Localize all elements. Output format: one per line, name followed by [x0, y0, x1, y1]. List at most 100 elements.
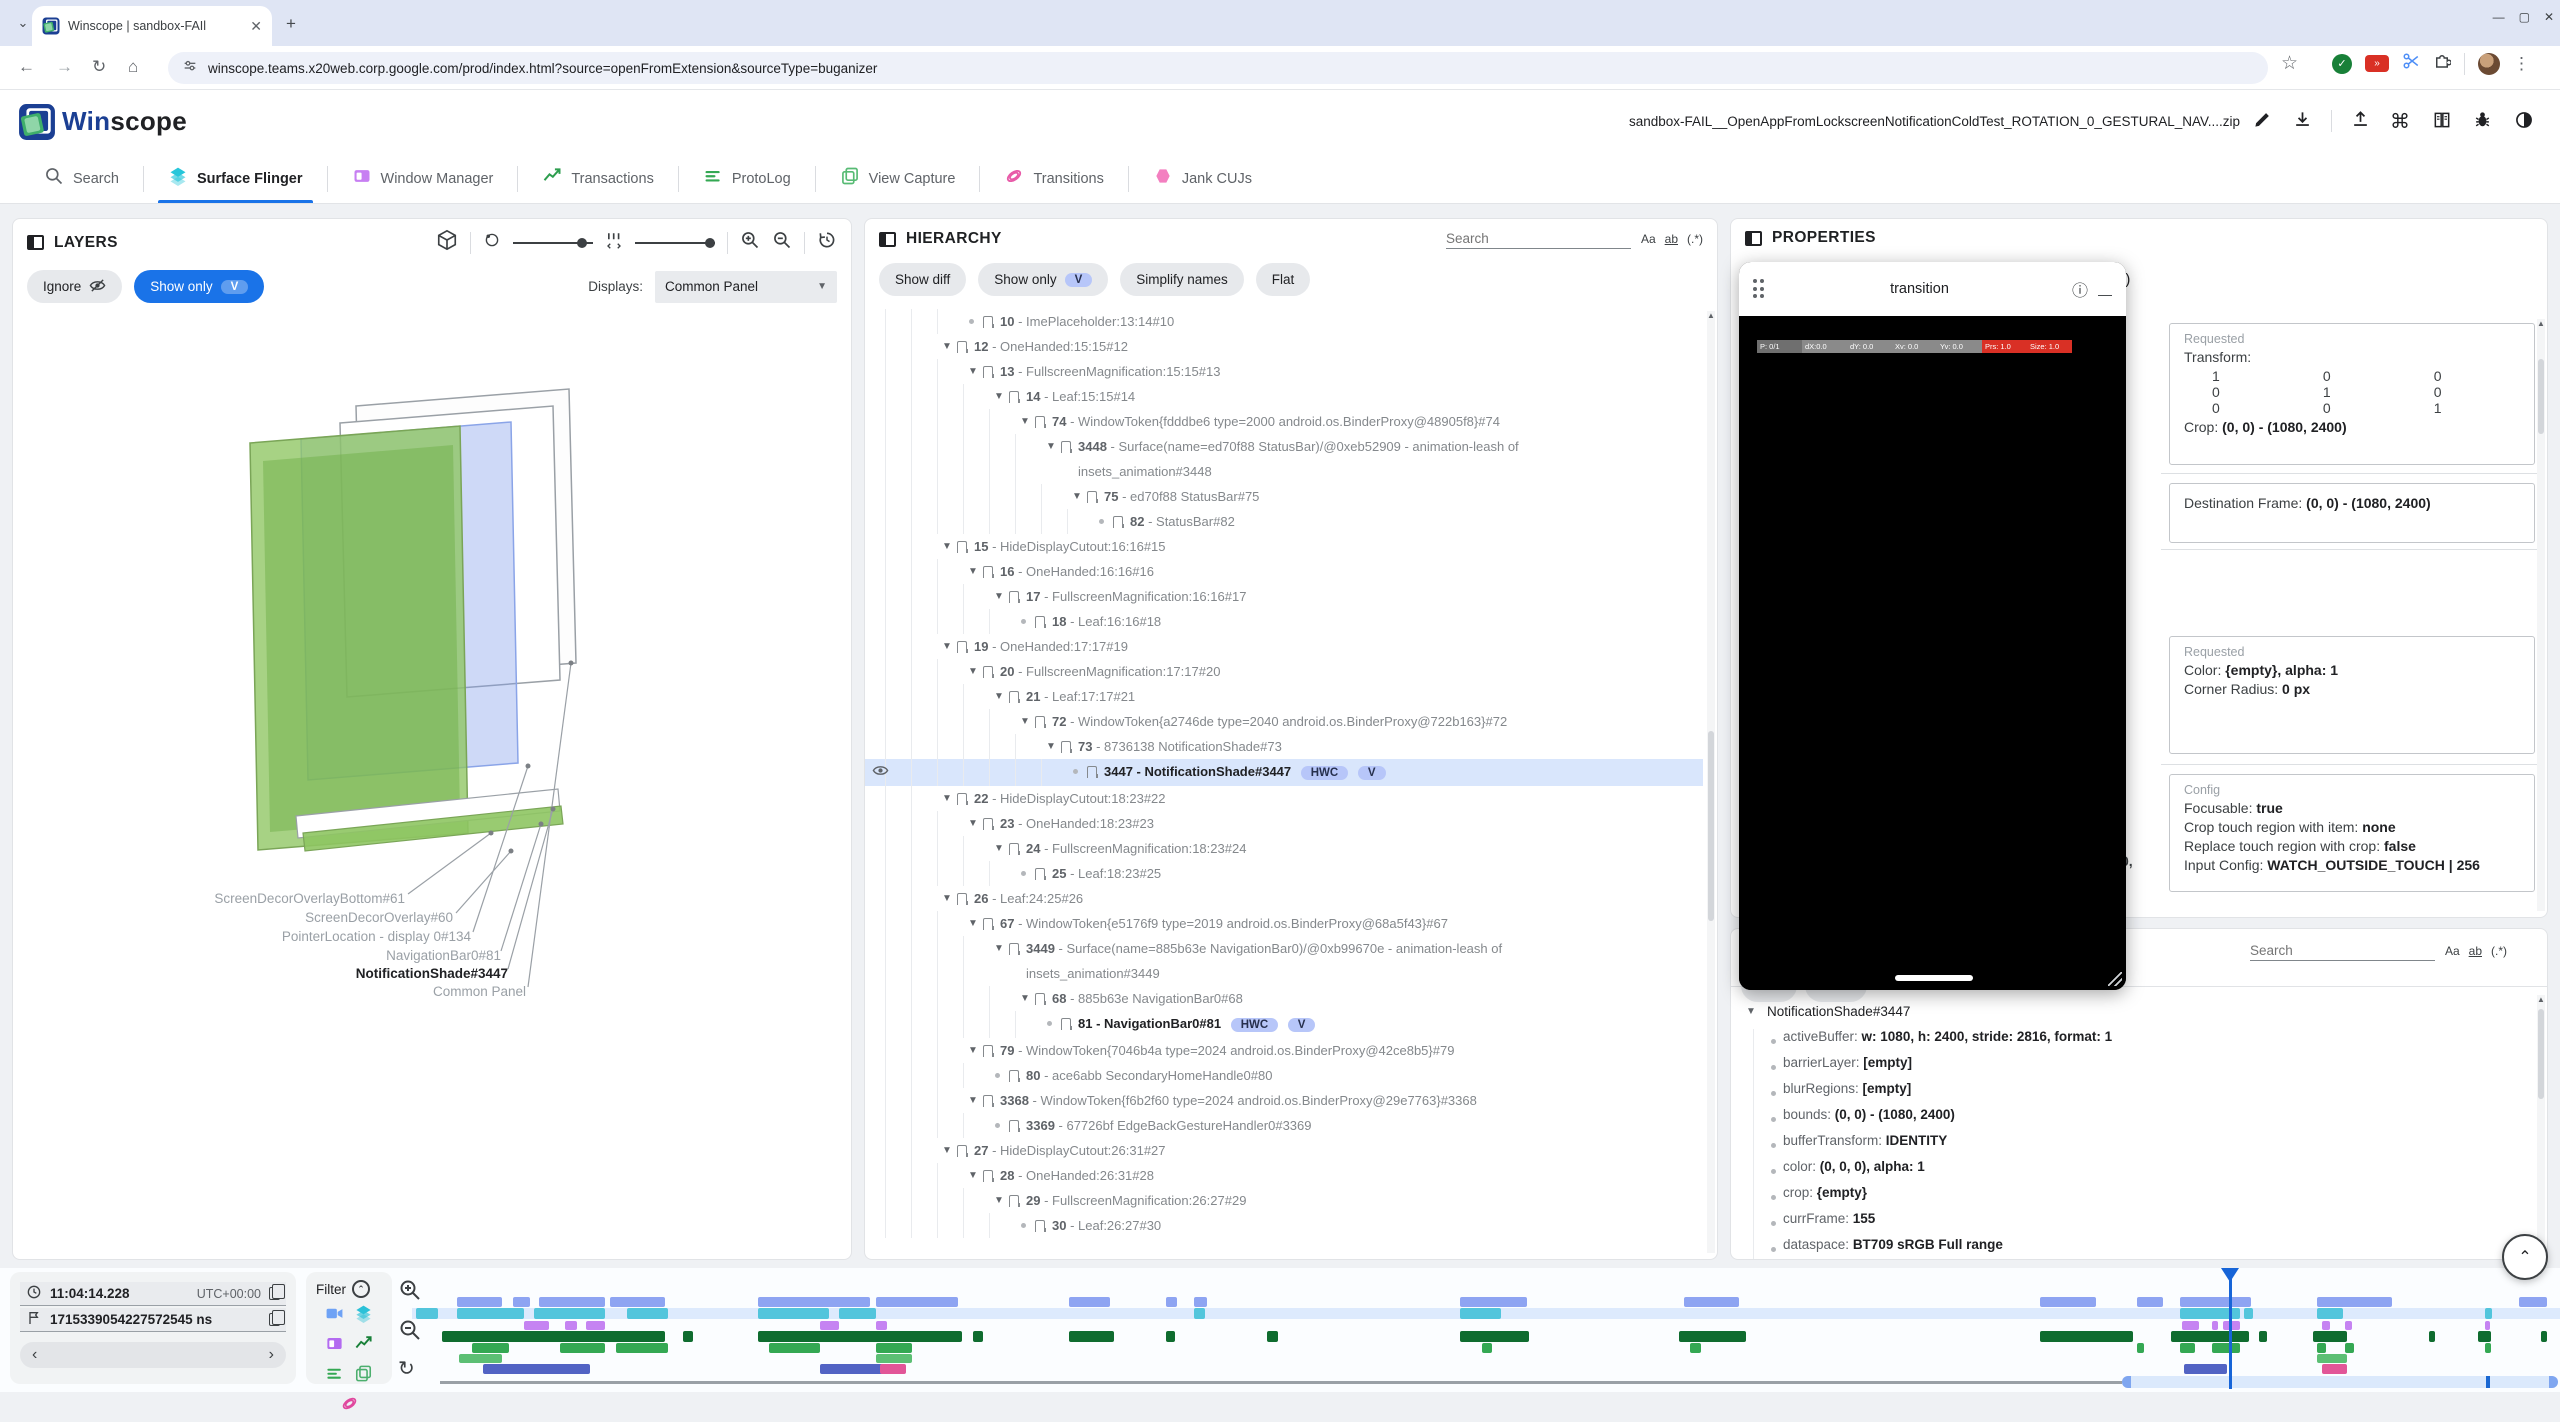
transactions-track[interactable] [412, 1331, 2560, 1342]
state-property[interactable]: dataspace: BT709 sRGB Full range [1765, 1237, 2527, 1260]
trace-entry-segment[interactable] [2259, 1331, 2267, 1342]
info-icon[interactable]: ⓘ [2072, 277, 2088, 301]
expand-arrow[interactable]: ▼ [963, 659, 983, 684]
layer-label[interactable]: NotificationShade#3447 [356, 966, 508, 981]
simplify-names-button[interactable]: Simplify names [1120, 263, 1244, 296]
screen-recording-track[interactable] [412, 1297, 2560, 1307]
layer-rect-green-inner[interactable] [263, 445, 460, 832]
trace-entry-segment[interactable] [1690, 1343, 1701, 1353]
drag-handle-icon[interactable] [1753, 279, 1767, 299]
expand-arrow[interactable]: ▼ [1067, 484, 1087, 509]
hierarchy-node-19[interactable]: ▼19 - OneHanded:17:17#19 [865, 634, 1703, 659]
trace-entry-segment[interactable] [683, 1331, 694, 1342]
surface-flinger-track[interactable] [412, 1308, 2560, 1319]
collapse-filter-icon[interactable]: ⌃ [352, 1280, 370, 1298]
trace-entry-segment[interactable] [2317, 1354, 2347, 1363]
hierarchy-node-3449[interactable]: ▼3449 - Surface(name=885b63e NavigationB… [865, 936, 1703, 986]
filter-transitions-icon[interactable] [340, 1394, 359, 1418]
trace-entry-segment[interactable] [2182, 1321, 2199, 1330]
expand-arrow[interactable]: ▼ [963, 559, 983, 584]
trace-entry-segment[interactable] [1166, 1331, 1175, 1342]
expand-arrow[interactable]: ▼ [1015, 709, 1035, 734]
hierarchy-node-17[interactable]: ▼17 - FullscreenMagnification:16:16#17 [865, 584, 1703, 609]
copy-time-icon[interactable] [269, 1287, 280, 1300]
trace-entry-segment[interactable] [2485, 1343, 2491, 1353]
trace-entry-segment[interactable] [2322, 1364, 2348, 1374]
trace-entry-segment[interactable] [758, 1308, 829, 1319]
nav-tab-protolog[interactable]: ProtoLog [679, 154, 815, 203]
expand-arrow[interactable]: ▼ [1015, 986, 1035, 1011]
expand-arrow[interactable]: ▼ [963, 1163, 983, 1188]
hierarchy-node-18[interactable]: 18 - Leaf:16:16#18 [865, 609, 1703, 634]
extension-check-icon[interactable]: ✓ [2332, 54, 2352, 74]
expand-arrow[interactable]: ▼ [937, 534, 957, 559]
layers-3d-scene[interactable]: ScreenDecorOverlayBottom#61ScreenDecorOv… [13, 311, 851, 1261]
trace-entry-segment[interactable] [820, 1321, 839, 1330]
trace-entry-segment[interactable] [2478, 1331, 2491, 1342]
match-case-toggle[interactable]: Aa [1641, 232, 1656, 246]
current-ns[interactable]: 1715339054227572545 ns [50, 1312, 212, 1327]
trace-entry-segment[interactable] [880, 1364, 906, 1374]
trace-entry-segment[interactable] [560, 1343, 605, 1353]
hierarchy-node-12[interactable]: ▼12 - OneHanded:15:15#12 [865, 334, 1703, 359]
trace-entry-segment[interactable] [1460, 1297, 1527, 1307]
nav-tab-surface-flinger[interactable]: Surface Flinger [144, 154, 327, 203]
site-settings-icon[interactable] [182, 58, 198, 79]
documentation-icon[interactable] [2432, 110, 2452, 135]
show-only-v-button[interactable]: Show only V [978, 263, 1108, 296]
trace-entry-segment[interactable] [2137, 1343, 2145, 1353]
layer-label[interactable]: NavigationBar0#81 [386, 948, 501, 963]
trace-entry-segment[interactable] [2317, 1297, 2392, 1307]
address-bar[interactable]: winscope.teams.x20web.corp.google.com/pr… [168, 52, 2268, 84]
trace-entry-segment[interactable] [513, 1297, 530, 1307]
timeline-tracks[interactable] [412, 1268, 2560, 1392]
trace-entry-segment[interactable] [1460, 1331, 1529, 1342]
view-capture-track[interactable] [412, 1354, 2560, 1363]
trace-entry-segment[interactable] [586, 1321, 605, 1330]
layer-label[interactable]: Common Panel [433, 984, 526, 999]
trace-entry-segment[interactable] [2322, 1321, 2331, 1330]
expand-arrow[interactable]: ▼ [937, 786, 957, 811]
trace-entry-segment[interactable] [610, 1297, 666, 1307]
visibility-eye-icon[interactable] [872, 762, 889, 784]
properties-scrollbar[interactable]: ▲ [2537, 319, 2545, 911]
hierarchy-node-22[interactable]: ▼22 - HideDisplayCutout:18:23#22 [865, 786, 1703, 811]
hierarchy-node-79[interactable]: ▼79 - WindowToken{7046b4a type=2024 andr… [865, 1038, 1703, 1063]
hierarchy-node-21[interactable]: ▼21 - Leaf:17:17#21 [865, 684, 1703, 709]
show-diff-button[interactable]: Show diff [879, 263, 966, 296]
forward-icon[interactable]: → [56, 57, 73, 77]
expand-arrow[interactable]: ▼ [1041, 434, 1061, 459]
trace-entry-segment[interactable] [2040, 1297, 2096, 1307]
expand-arrow[interactable]: ▼ [963, 359, 983, 384]
filter-screen-recording-icon[interactable] [325, 1304, 344, 1328]
3d-view-icon[interactable] [436, 229, 458, 256]
trace-entry-segment[interactable] [2317, 1308, 2343, 1319]
reload-icon[interactable]: ↻ [92, 57, 106, 77]
trace-entry-segment[interactable] [2429, 1331, 2435, 1342]
zoom-handle-left[interactable] [2122, 1376, 2131, 1388]
trace-entry-segment[interactable] [616, 1343, 668, 1353]
back-icon[interactable]: ← [18, 57, 35, 77]
trace-entry-segment[interactable] [973, 1331, 984, 1342]
ignore-button[interactable]: Ignore [27, 270, 122, 303]
hierarchy-node-24[interactable]: ▼24 - FullscreenMagnification:18:23#24 [865, 836, 1703, 861]
hierarchy-node-72[interactable]: ▼72 - WindowToken{a2746de type=2040 andr… [865, 709, 1703, 734]
zoom-out-icon[interactable] [772, 230, 792, 255]
trace-entry-segment[interactable] [876, 1297, 958, 1307]
state-property[interactable]: bounds: (0, 0) - (1080, 2400) [1765, 1107, 2527, 1133]
expand-arrow[interactable]: ▼ [937, 634, 957, 659]
state-property[interactable]: crop: {empty} [1765, 1185, 2527, 1211]
trace-entry-segment[interactable] [2485, 1308, 2493, 1319]
hierarchy-scrollbar[interactable]: ▲ [1707, 311, 1715, 1253]
expand-arrow[interactable]: ▼ [989, 384, 1009, 409]
trace-entry-segment[interactable] [1166, 1297, 1177, 1307]
expand-arrow[interactable]: ▼ [963, 911, 983, 936]
state-property[interactable]: barrierLayer: [empty] [1765, 1055, 2527, 1081]
state-property[interactable]: blurRegions: [empty] [1765, 1081, 2527, 1107]
hierarchy-node-14[interactable]: ▼14 - Leaf:15:15#14 [865, 384, 1703, 409]
hierarchy-node-27[interactable]: ▼27 - HideDisplayCutout:26:31#27 [865, 1138, 1703, 1163]
match-case-toggle[interactable]: Aa [2445, 944, 2460, 958]
expand-arrow[interactable]: ▼ [1041, 734, 1061, 759]
trace-entry-segment[interactable] [2244, 1308, 2253, 1319]
trace-entry-segment[interactable] [534, 1308, 605, 1319]
